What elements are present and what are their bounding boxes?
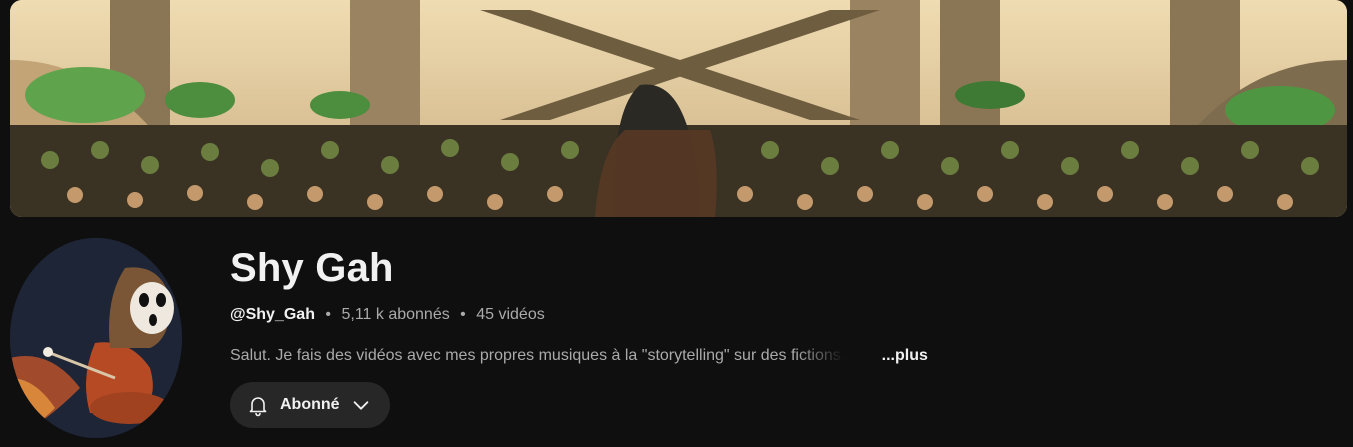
channel-header: Shy Gah @Shy_Gah • 5,11 k abonnés • 45 v… bbox=[0, 0, 1353, 447]
channel-name: Shy Gah bbox=[230, 246, 394, 290]
bell-icon bbox=[246, 393, 270, 417]
channel-banner bbox=[10, 0, 1347, 217]
meta-separator: • bbox=[460, 306, 466, 323]
banner-illustration bbox=[10, 0, 1347, 217]
channel-meta: @Shy_Gah • 5,11 k abonnés • 45 vidéos bbox=[230, 304, 545, 326]
channel-info: Shy Gah @Shy_Gah • 5,11 k abonnés • 45 v… bbox=[230, 240, 928, 428]
subscribed-button[interactable]: Abonné bbox=[230, 382, 390, 428]
description-more-link[interactable]: ...plus bbox=[882, 345, 928, 367]
video-count: 45 vidéos bbox=[476, 306, 545, 323]
channel-handle[interactable]: @Shy_Gah bbox=[230, 306, 315, 323]
avatar-illustration bbox=[10, 238, 182, 438]
channel-description[interactable]: Salut. Je fais des vidéos avec mes propr… bbox=[230, 345, 990, 367]
chevron-down-icon bbox=[350, 394, 372, 416]
channel-avatar[interactable] bbox=[10, 238, 182, 438]
subscribed-button-label: Abonné bbox=[280, 396, 340, 413]
description-text: Salut. Je fais des vidéos avec mes propr… bbox=[230, 347, 846, 364]
meta-separator: • bbox=[325, 306, 332, 323]
subscriber-count: 5,11 k abonnés bbox=[341, 306, 450, 323]
